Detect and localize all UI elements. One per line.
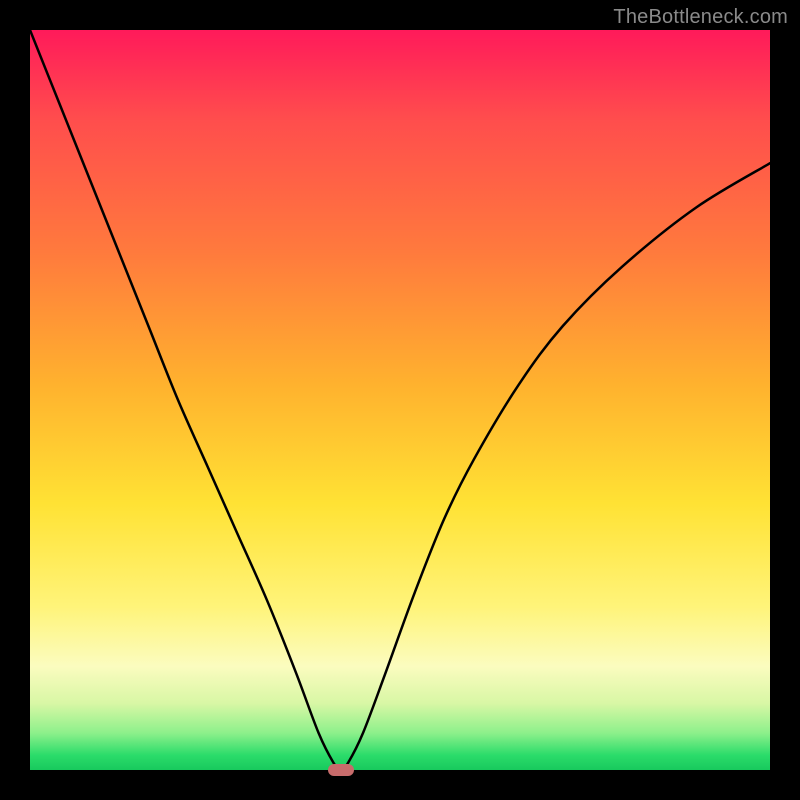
curve-svg xyxy=(30,30,770,770)
plot-area xyxy=(30,30,770,770)
watermark-text: TheBottleneck.com xyxy=(613,6,788,29)
optimal-point-marker xyxy=(328,764,354,776)
chart-frame: TheBottleneck.com xyxy=(0,0,800,800)
bottleneck-curve-path xyxy=(30,30,770,770)
